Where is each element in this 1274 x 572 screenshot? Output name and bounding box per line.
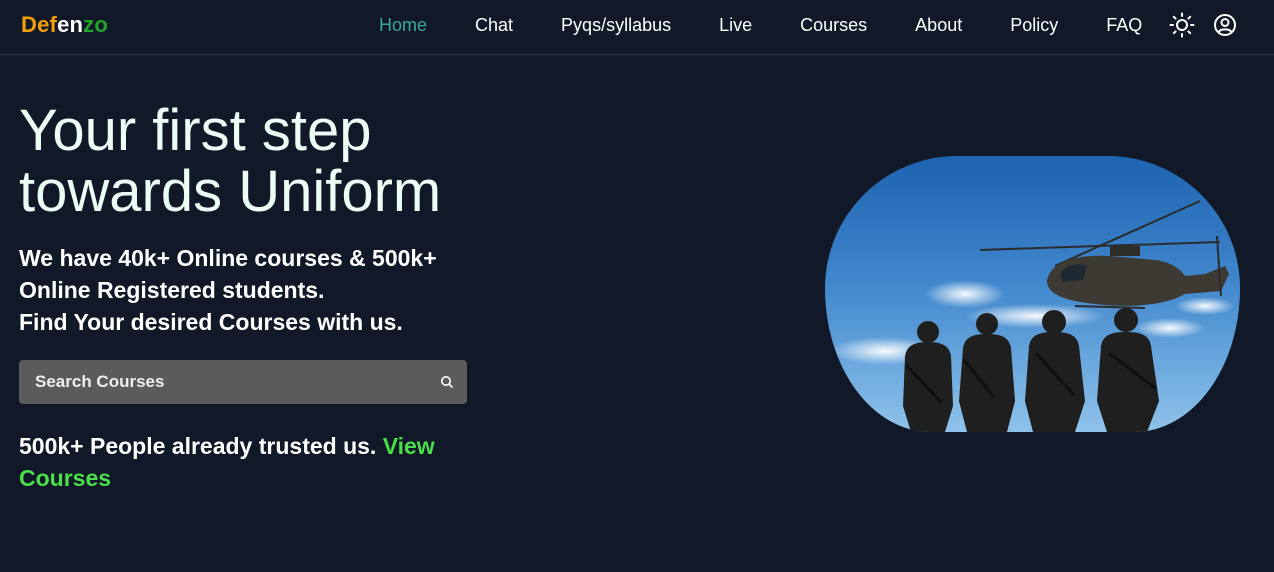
hero-image-soldiers-helicopter [825,156,1240,432]
nav-chat[interactable]: Chat [475,14,513,36]
logo-part-1: Def [21,12,58,37]
nav-links: Home Chat Pyqs/syllabus Live Courses Abo… [379,14,1190,36]
trust-text: 500k+ People already trusted us. View Co… [19,430,459,494]
nav-policy[interactable]: Policy [1010,14,1058,36]
soldiers-helicopter-illustration [830,200,1235,432]
nav-about[interactable]: About [915,14,962,36]
search-icon[interactable] [439,374,455,390]
hero-subtitle-line-3: Find Your desired Courses with us. [19,309,403,335]
nav-home[interactable]: Home [379,14,427,36]
nav-courses[interactable]: Courses [800,14,867,36]
hero-subtitle-line-1: We have 40k+ Online courses & 500k+ [19,245,437,271]
logo-part-2: en [57,12,84,37]
hero-subtitle: We have 40k+ Online courses & 500k+ Onli… [19,242,489,338]
navbar: Defenzo Home Chat Pyqs/syllabus Live Cou… [0,0,1274,55]
sun-icon[interactable] [1169,12,1195,38]
nav-pyqs-syllabus[interactable]: Pyqs/syllabus [561,14,671,36]
trust-statement: 500k+ People already trusted us. [19,433,377,459]
nav-faq[interactable]: FAQ [1106,14,1142,36]
search-bar [19,360,467,404]
search-input[interactable] [19,360,429,404]
user-circle-icon[interactable] [1212,12,1238,38]
logo[interactable]: Defenzo [21,12,108,38]
hero-title: Your first step towards Uniform [19,98,442,224]
logo-part-3: zo [83,12,108,37]
hero-subtitle-line-2: Online Registered students. [19,277,325,303]
nav-live[interactable]: Live [719,14,752,36]
